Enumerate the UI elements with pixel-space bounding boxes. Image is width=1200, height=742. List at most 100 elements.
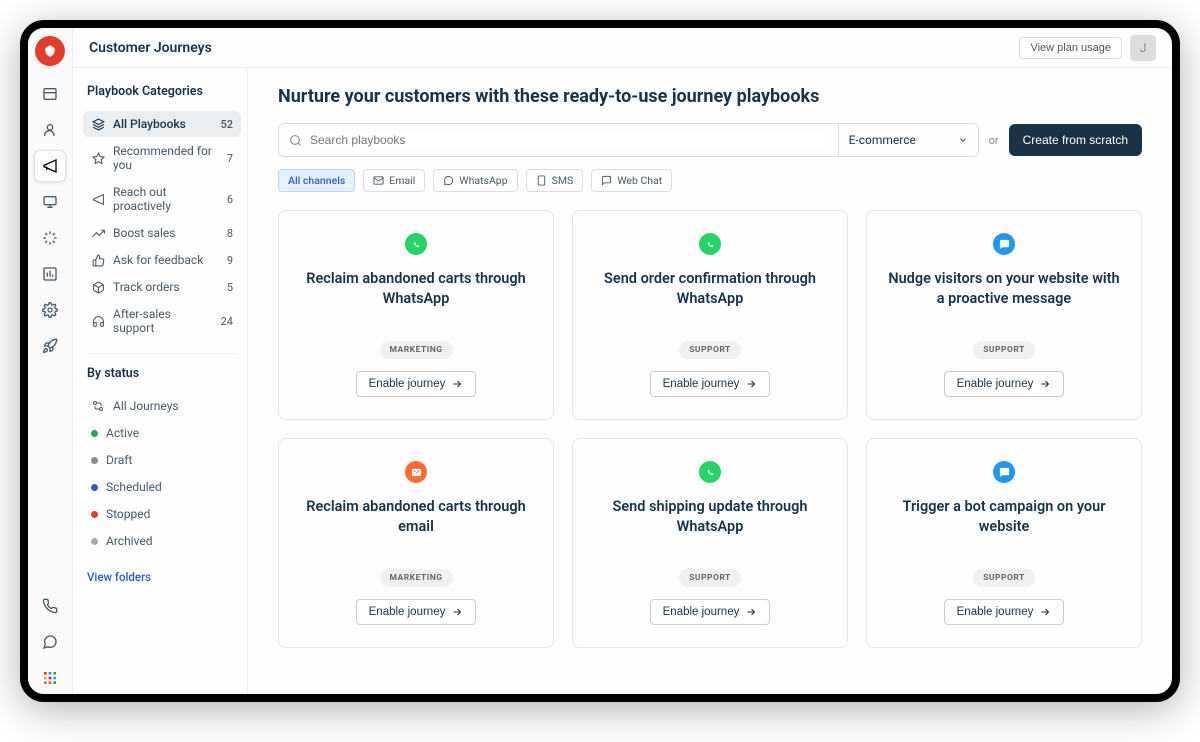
sidebar-item-label: Reach out proactively [113,185,219,213]
thumbs-up-icon [91,253,105,267]
enable-journey-button[interactable]: Enable journey [944,599,1065,625]
whatsapp-icon [699,461,721,483]
sidebar-item-feedback[interactable]: Ask for feedback 9 [83,247,241,273]
rail-rocket-icon[interactable] [34,330,66,362]
card-tag: MARKETING [380,341,453,359]
app-logo[interactable] [35,36,65,66]
sidebar-item-recommended[interactable]: Recommended for you 7 [83,138,241,178]
sidebar-item-track-orders[interactable]: Track orders 5 [83,274,241,300]
rail-apps-icon[interactable] [34,662,66,694]
sidebar-item-count: 7 [227,152,233,165]
rail-phone-icon[interactable] [34,590,66,622]
status-dot [91,484,98,491]
search-input[interactable] [310,133,828,147]
sidebar-item-count: 9 [227,254,233,267]
category-select[interactable]: E-commerce [838,124,978,156]
rail-campaigns-icon[interactable] [34,150,66,182]
sidebar-item-reach-out[interactable]: Reach out proactively 6 [83,179,241,219]
status-item-active[interactable]: Active [83,420,241,446]
page-title: Customer Journeys [89,40,212,56]
user-avatar[interactable]: J [1130,35,1156,61]
enable-journey-button[interactable]: Enable journey [944,371,1065,397]
chip-whatsapp[interactable]: WhatsApp [433,169,517,192]
playbook-card: Nudge visitors on your website with a pr… [866,210,1142,420]
chip-all-channels[interactable]: All channels [278,169,355,192]
sidebar-item-label: After-sales support [113,307,213,335]
flow-icon [91,399,105,413]
card-title: Nudge visitors on your website with a pr… [885,269,1123,310]
megaphone-icon [91,192,105,206]
sidebar-item-count: 6 [227,193,233,206]
enable-journey-button[interactable]: Enable journey [650,371,771,397]
status-item-archived[interactable]: Archived [83,528,241,554]
playbook-card: Trigger a bot campaign on your website S… [866,438,1142,648]
chevron-down-icon [958,135,968,145]
playbook-card: Send order confirmation through WhatsApp… [572,210,848,420]
rail-reports-icon[interactable] [34,258,66,290]
status-item-label: Scheduled [106,480,162,494]
status-item-scheduled[interactable]: Scheduled [83,474,241,500]
content: Nurture your customers with these ready-… [248,68,1172,694]
sidebar-item-count: 8 [227,227,233,240]
package-icon [91,280,105,294]
chip-sms[interactable]: SMS [526,169,584,192]
playbook-card: Send shipping update through WhatsApp SU… [572,438,848,648]
search-select-combo: E-commerce [278,123,979,157]
status-dot [91,457,98,464]
sms-icon [536,175,547,186]
card-tag: MARKETING [380,569,453,587]
sidebar-item-label: All Playbooks [113,117,186,131]
content-heading: Nurture your customers with these ready-… [278,86,1142,107]
sidebar-item-label: Ask for feedback [113,253,203,267]
view-folders-link[interactable]: View folders [83,562,241,592]
card-tag: SUPPORT [679,341,741,359]
whatsapp-icon [443,175,454,186]
status-item-draft[interactable]: Draft [83,447,241,473]
card-title: Trigger a bot campaign on your website [885,497,1123,538]
categories-heading: Playbook Categories [83,84,241,99]
status-heading: By status [83,366,241,381]
sidebar-item-all-playbooks[interactable]: All Playbooks 52 [83,111,241,137]
card-title: Send order confirmation through WhatsApp [591,269,829,310]
enable-journey-button[interactable]: Enable journey [650,599,771,625]
playbook-card: Reclaim abandoned carts through email MA… [278,438,554,648]
view-plan-usage-button[interactable]: View plan usage [1019,37,1122,59]
star-icon [91,151,105,165]
divider [87,353,237,354]
card-title: Reclaim abandoned carts through email [297,497,535,538]
status-item-label: All Journeys [113,399,179,413]
rail-inbox-icon[interactable] [34,78,66,110]
status-item-label: Stopped [106,507,150,521]
sidebar-item-label: Boost sales [113,226,175,240]
search-icon [289,134,302,147]
enable-journey-button[interactable]: Enable journey [356,371,477,397]
rail-chat-icon[interactable] [34,626,66,658]
card-tag: SUPPORT [679,569,741,587]
stack-icon [91,117,105,131]
card-title: Send shipping update through WhatsApp [591,497,829,538]
rail-monitor-icon[interactable] [34,186,66,218]
whatsapp-icon [405,233,427,255]
create-from-scratch-button[interactable]: Create from scratch [1009,124,1142,156]
chat-icon [993,233,1015,255]
select-value: E-commerce [849,133,916,147]
sidebar-item-count: 24 [221,315,233,328]
sidebar-item-after-sales[interactable]: After-sales support 24 [83,301,241,341]
chip-email[interactable]: Email [363,169,425,192]
nav-rail [28,28,73,694]
topbar: Customer Journeys View plan usage J [73,28,1172,68]
whatsapp-icon [699,233,721,255]
email-icon [405,461,427,483]
sidebar-item-count: 5 [227,281,233,294]
chip-web-chat[interactable]: Web Chat [591,169,672,192]
or-text: or [989,134,999,147]
rail-automation-icon[interactable] [34,222,66,254]
rail-contacts-icon[interactable] [34,114,66,146]
enable-journey-button[interactable]: Enable journey [356,599,477,625]
rail-settings-icon[interactable] [34,294,66,326]
sidebar-item-count: 52 [220,118,233,131]
status-item-all[interactable]: All Journeys [83,393,241,419]
playbook-card: Reclaim abandoned carts through WhatsApp… [278,210,554,420]
sidebar-item-boost-sales[interactable]: Boost sales 8 [83,220,241,246]
status-item-stopped[interactable]: Stopped [83,501,241,527]
